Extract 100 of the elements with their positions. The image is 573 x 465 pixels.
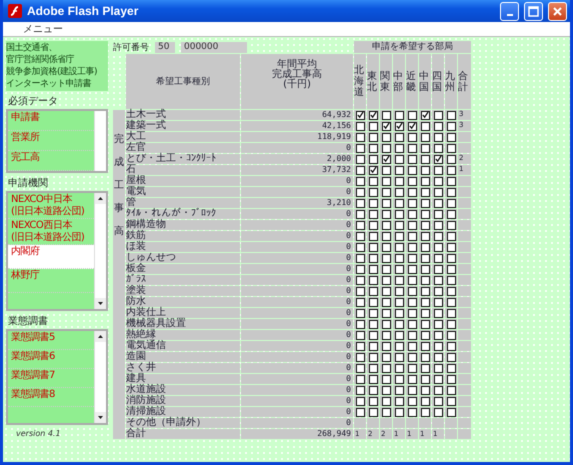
table-cell: 0 (241, 264, 353, 274)
table-cell: 土木一式 (126, 110, 240, 120)
table-cell: 0 (241, 176, 353, 186)
row-group-label: 完成工事高 (113, 110, 125, 439)
table-cell: 合計 (126, 429, 240, 439)
list-item[interactable]: 業態調書5 (8, 331, 94, 350)
column-heading: 中国 (419, 54, 431, 109)
list-item[interactable]: 完工高 (8, 151, 94, 171)
table-cell: 屋根 (126, 176, 240, 186)
scroll-up-icon[interactable] (95, 331, 106, 342)
column-heading: 四国 (432, 54, 444, 109)
table-cell: 電気通信 (126, 341, 240, 351)
table-cell: 2,000 (241, 154, 353, 164)
table-cell: 電気 (126, 187, 240, 197)
table-cell: とび・土工・ｺﾝｸﾘｰﾄ (126, 154, 240, 164)
table-cell: 0 (241, 143, 353, 153)
table-cell: 板金 (126, 264, 240, 274)
maximize-icon (528, 6, 539, 16)
table-cell: 造園 (126, 352, 240, 362)
table-cell: 防水 (126, 297, 240, 307)
column-heading: 東北 (367, 54, 379, 109)
table-cell: 0 (241, 341, 353, 351)
scrollbar[interactable] (94, 331, 106, 423)
column-heading: 九州 (445, 54, 457, 109)
table-cell: 熱絶縁 (126, 330, 240, 340)
table-cell: 0 (241, 319, 353, 329)
table-cell: 0 (241, 209, 353, 219)
column-heading: 関東 (380, 54, 392, 109)
column-heading: 合計 (458, 54, 471, 109)
scroll-down-icon[interactable] (95, 298, 106, 309)
table-cell: 左官 (126, 143, 240, 153)
list-item[interactable]: NEXCO中日本 (旧日本道路公団) (8, 193, 94, 219)
list-item[interactable]: NEXCO西日本 (旧日本道路公団) (8, 219, 94, 245)
scroll-up-icon[interactable] (95, 193, 106, 204)
table-cell: 0 (241, 407, 353, 417)
scrollbar[interactable] (94, 193, 106, 309)
permit-label: 許可番号 (113, 42, 149, 54)
table-cell: 64,932 (241, 110, 353, 120)
table-cell: 0 (241, 308, 353, 318)
menu-item[interactable]: メニュー (23, 22, 63, 36)
permit-prefix-field[interactable]: 50 (155, 42, 175, 52)
column-heading: 中部 (393, 54, 405, 109)
table-cell: しゅんせつ (126, 253, 240, 263)
table-cell: ほ装 (126, 242, 240, 252)
table-cell: 0 (241, 363, 353, 373)
list-item[interactable]: 申請書 (8, 111, 94, 131)
table-cell: ｶﾞﾗｽ (126, 275, 240, 285)
table-cell: 建築一式 (126, 121, 240, 131)
section-label: 必須データ (8, 96, 59, 108)
table-cell: 0 (241, 297, 353, 307)
column-heading: 近畿 (406, 54, 418, 109)
heading-line: 国土交通省、 (6, 42, 58, 54)
list-item[interactable]: 営業所 (8, 131, 94, 151)
table-cell: 水道施設 (126, 385, 240, 395)
table-cell: 管 (126, 198, 240, 208)
table-cell: 0 (241, 231, 353, 241)
app-icon (8, 4, 22, 18)
close-button[interactable] (548, 2, 567, 20)
list-item[interactable]: 業態調書8 (8, 388, 94, 407)
table-cell: 0 (241, 352, 353, 362)
table-cell: 0 (241, 242, 353, 252)
table-cell: 機械器具設置 (126, 319, 240, 329)
table-cell: 0 (241, 253, 353, 263)
table-cell: 0 (241, 275, 353, 285)
list-item[interactable]: 業態調書7 (8, 369, 94, 388)
table-cell: その他（申請外） (126, 418, 240, 428)
close-icon (552, 6, 563, 16)
minimize-button[interactable] (500, 2, 519, 20)
table-cell: 3,210 (241, 198, 353, 208)
table-cell: 0 (241, 187, 353, 197)
window-title: Adobe Flash Player (27, 4, 140, 18)
list-item[interactable]: 林野庁 (8, 269, 94, 293)
maximize-button[interactable] (524, 2, 543, 20)
table-cell: 0 (241, 330, 353, 340)
table-cell: 0 (241, 418, 353, 428)
section-label: 業態調書 (8, 316, 49, 328)
heading-line: インターネット申請書 (6, 78, 92, 90)
table-cell: ﾀｲﾙ・れんが・ﾌﾞﾛｯｸ (126, 209, 240, 219)
heading-line: 官庁営繕関係省庁 (6, 54, 76, 66)
table-cell (458, 418, 471, 428)
column-heading: 希望工事種別 (126, 54, 240, 109)
list-item[interactable]: 内閣府 (8, 245, 94, 269)
list-item[interactable]: 業態調書6 (8, 350, 94, 369)
table-cell: 118,919 (241, 132, 353, 142)
heading-line: 競争参加資格(建設工事) (6, 66, 98, 78)
scroll-down-icon[interactable] (95, 412, 106, 423)
permit-number-field[interactable]: 000000 (181, 42, 247, 52)
table-cell: 0 (241, 374, 353, 384)
table-cell: 大工 (126, 132, 240, 142)
table-cell (458, 429, 471, 439)
table-cell: 清掃施設 (126, 407, 240, 417)
table-cell: 内装仕上 (126, 308, 240, 318)
table-cell: 消防施設 (126, 396, 240, 406)
table-cell: 0 (241, 385, 353, 395)
table-cell: 0 (241, 286, 353, 296)
column-heading: 年間平均 完成工事高 (千円) (241, 54, 353, 109)
version-label: version 4.1 (16, 429, 62, 438)
table-cell: 0 (241, 220, 353, 230)
table-cell: 鋼構造物 (126, 220, 240, 230)
table-cell: 0 (241, 396, 353, 406)
